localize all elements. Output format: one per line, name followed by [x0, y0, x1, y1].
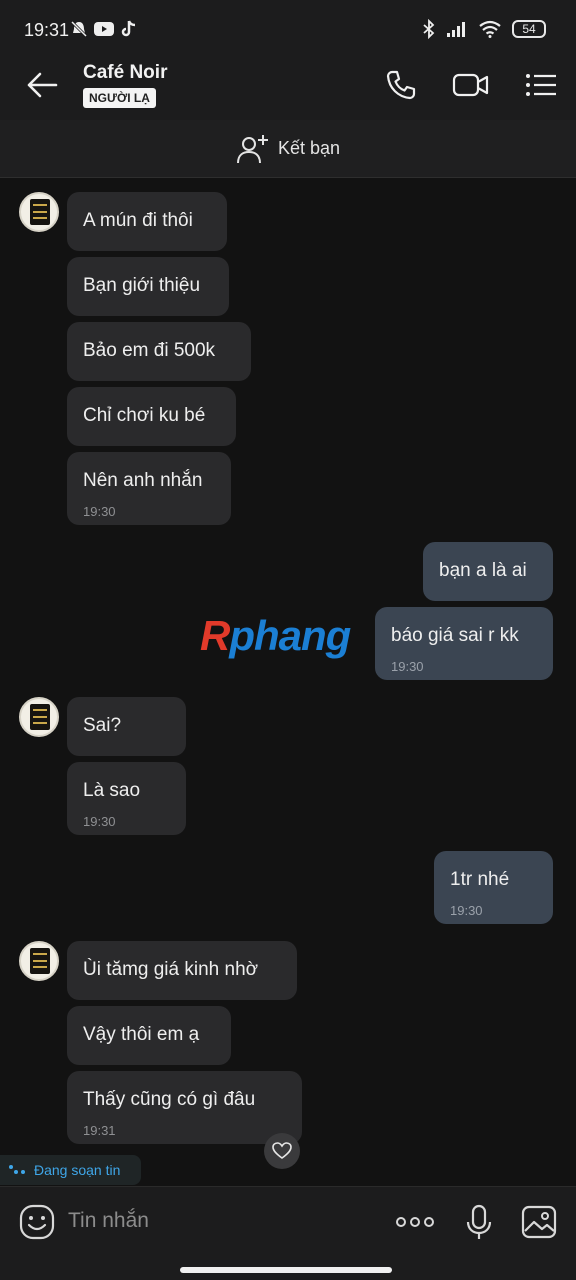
home-indicator[interactable]	[180, 1267, 392, 1273]
status-time: 19:31	[24, 20, 70, 40]
message-bubble[interactable]: Ùi tămg giá kinh nhờ	[67, 941, 297, 1000]
typing-indicator: Đang soạn tin	[0, 1155, 141, 1185]
message-text: Sai?	[83, 715, 122, 736]
image-icon[interactable]	[520, 1203, 558, 1241]
message-time: 19:31	[83, 1123, 116, 1138]
message-text: 1tr nhé	[450, 869, 510, 890]
contact-avatar[interactable]	[19, 192, 59, 232]
status-bar: 19:31 54	[0, 0, 576, 50]
emoji-icon[interactable]	[18, 1203, 56, 1241]
add-friend-label: Kết bạn	[277, 138, 341, 158]
heart-icon	[272, 1142, 292, 1159]
message-text: Vậy thôi em ạ	[83, 1024, 200, 1045]
message-bubble[interactable]: Nên anh nhắn 19:30	[67, 452, 231, 525]
message-time: 19:30	[83, 814, 116, 829]
mic-icon[interactable]	[460, 1203, 498, 1241]
contact-avatar[interactable]	[19, 941, 59, 981]
more-icon[interactable]	[395, 1203, 435, 1241]
chat-header: Café Noir NGƯỜI LẠ	[0, 50, 576, 120]
react-heart-button[interactable]	[264, 1133, 300, 1169]
signal-icon	[447, 22, 465, 37]
message-text: Là sao	[83, 780, 141, 801]
back-arrow-icon[interactable]	[24, 70, 60, 100]
message-bubble[interactable]: Thấy cũng có gì đâu 19:31	[67, 1071, 302, 1144]
message-bubble[interactable]: Sai?	[67, 697, 186, 756]
message-text: Nên anh nhắn	[83, 470, 203, 491]
add-friend-icon	[236, 134, 268, 163]
message-time: 19:30	[391, 659, 424, 674]
wifi-icon	[479, 20, 501, 38]
youtube-icon	[94, 22, 114, 36]
message-bubble[interactable]: báo giá sai r kk 19:30	[375, 607, 553, 680]
video-icon[interactable]	[452, 68, 490, 102]
message-input[interactable]: Tin nhắn	[68, 1209, 149, 1233]
message-bubble[interactable]: 1tr nhé 19:30	[434, 851, 553, 924]
bluetooth-icon	[423, 19, 435, 39]
tiktok-icon	[121, 20, 136, 37]
message-text: Chỉ chơi ku bé	[83, 405, 206, 426]
message-bubble[interactable]: bạn a là ai	[423, 542, 553, 601]
message-time: 19:30	[83, 504, 116, 519]
contact-avatar[interactable]	[19, 697, 59, 737]
add-friend-bar[interactable]: Kết bạn	[0, 120, 576, 178]
battery-indicator: 54	[512, 20, 546, 38]
message-text: Bảo em đi 500k	[83, 340, 216, 361]
message-bubble[interactable]: A mún đi thôi	[67, 192, 227, 251]
composer-bar: Tin nhắn	[0, 1186, 576, 1280]
message-text: bạn a là ai	[439, 560, 527, 581]
message-text: Bạn giới thiệu	[83, 275, 201, 296]
message-bubble[interactable]: Bạn giới thiệu	[67, 257, 229, 316]
message-text: Thấy cũng có gì đâu	[83, 1089, 256, 1110]
message-bubble[interactable]: Là sao 19:30	[67, 762, 186, 835]
message-text: A mún đi thôi	[83, 210, 193, 231]
message-bubble[interactable]: Vậy thôi em ạ	[67, 1006, 231, 1065]
message-bubble[interactable]: Chỉ chơi ku bé	[67, 387, 236, 446]
message-text: Ùi tămg giá kinh nhờ	[83, 959, 259, 980]
message-text: báo giá sai r kk	[391, 625, 519, 646]
stranger-badge: NGƯỜI LẠ	[83, 88, 156, 108]
phone-icon[interactable]	[384, 68, 418, 102]
typing-dots-icon	[9, 1165, 25, 1174]
typing-label: Đang soạn tin	[34, 1162, 121, 1178]
message-time: 19:30	[450, 903, 483, 918]
contact-name[interactable]: Café Noir	[83, 62, 167, 84]
silent-bell-icon	[70, 20, 88, 38]
message-bubble[interactable]: Bảo em đi 500k	[67, 322, 251, 381]
watermark-logo: Rphang	[200, 612, 351, 659]
menu-icon[interactable]	[524, 68, 558, 102]
